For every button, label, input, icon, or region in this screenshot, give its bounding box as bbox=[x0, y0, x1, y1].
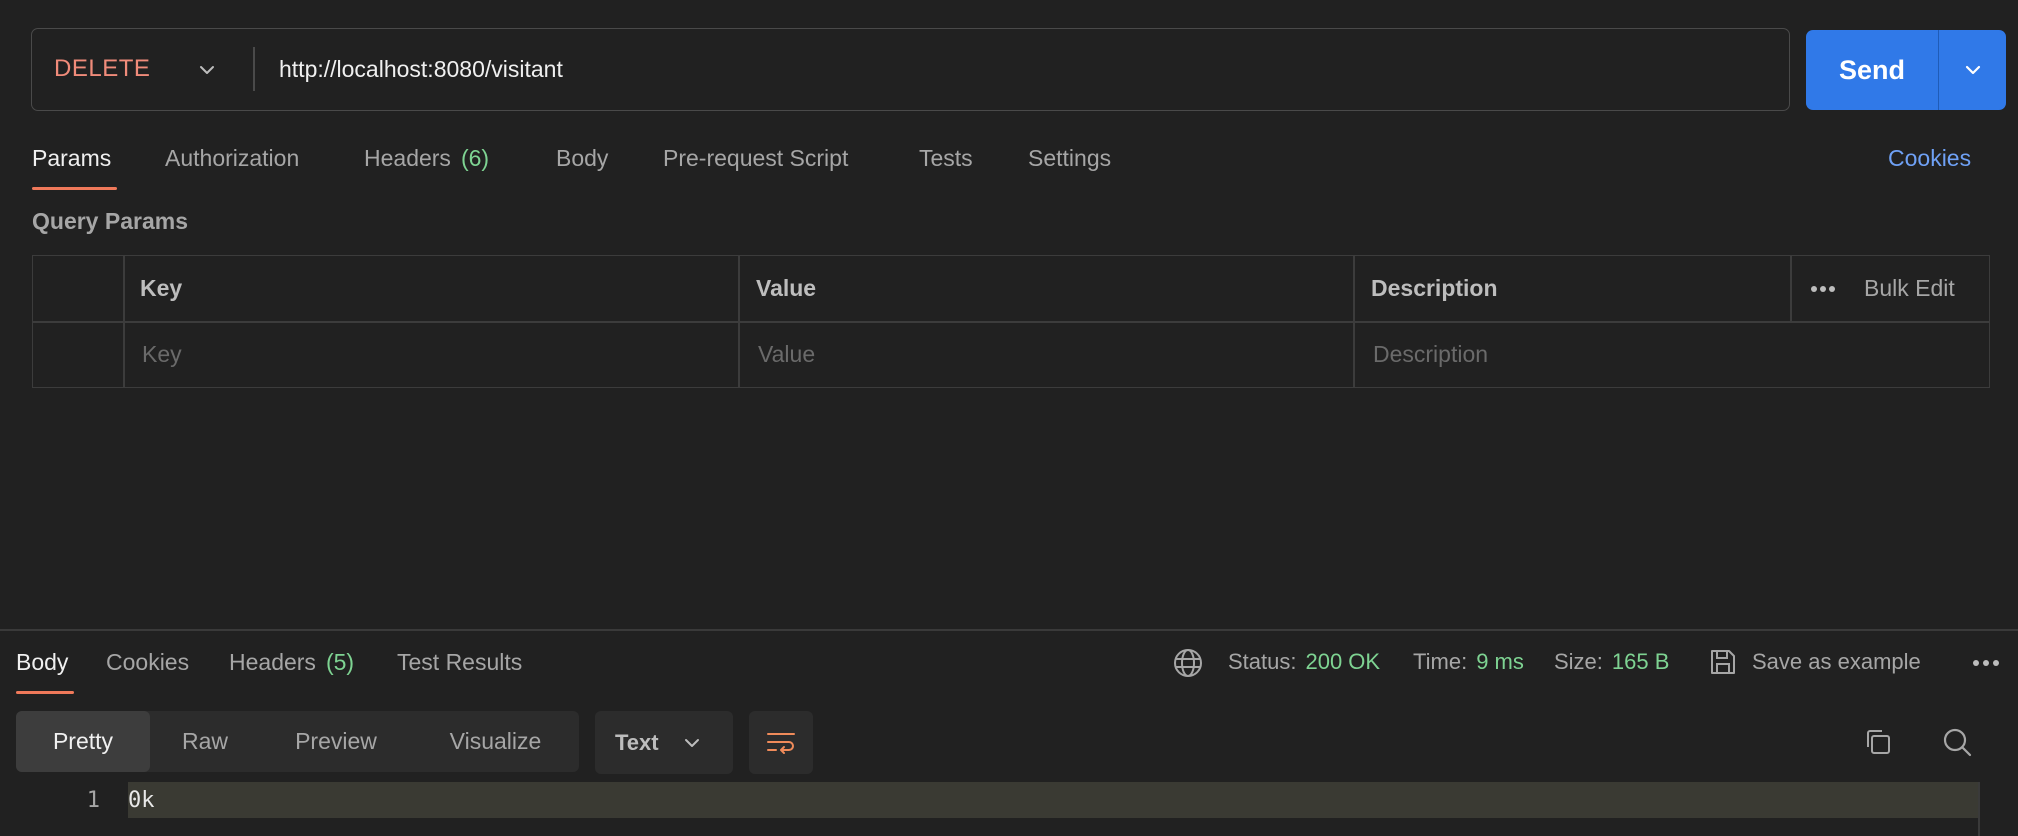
tab-label: Headers bbox=[364, 144, 451, 171]
chevron-down-icon bbox=[684, 738, 699, 747]
save-as-example-label: Save as example bbox=[1752, 649, 1921, 674]
more-icon bbox=[1811, 285, 1835, 292]
bulk-edit-button[interactable]: Bulk Edit bbox=[1864, 256, 1955, 321]
response-tab-cookies[interactable]: Cookies bbox=[106, 642, 189, 682]
globe-icon[interactable] bbox=[1172, 647, 1204, 679]
copy-icon[interactable] bbox=[1862, 726, 1894, 758]
send-button[interactable]: Send bbox=[1806, 30, 1939, 110]
line-number: 1 bbox=[86, 787, 100, 813]
cookies-link[interactable]: Cookies bbox=[1888, 138, 1971, 178]
response-size[interactable]: Size: 165 B bbox=[1554, 642, 1669, 682]
active-tab-indicator bbox=[32, 187, 117, 190]
tab-label: Headers bbox=[229, 648, 316, 675]
value-input[interactable]: Value bbox=[758, 322, 815, 387]
column-header-key: Key bbox=[140, 275, 183, 301]
method-select[interactable]: DELETE bbox=[54, 29, 150, 109]
column-divider bbox=[123, 256, 125, 387]
response-tab-body[interactable]: Body bbox=[16, 642, 68, 682]
tab-label: Test Results bbox=[397, 648, 523, 675]
tab-headers[interactable]: Headers (6) bbox=[364, 138, 489, 178]
wrap-lines-button[interactable] bbox=[749, 711, 813, 774]
description-input[interactable]: Description bbox=[1373, 322, 1488, 387]
column-header-description: Description bbox=[1371, 275, 1498, 301]
tab-settings[interactable]: Settings bbox=[1028, 138, 1111, 178]
size-value: 165 B bbox=[1611, 649, 1670, 674]
tab-pre-request-script[interactable]: Pre-request Script bbox=[663, 138, 848, 178]
chevron-down-icon bbox=[1965, 65, 1980, 75]
more-options-button[interactable] bbox=[1810, 256, 1836, 321]
view-mode-toggle: Pretty Raw Preview Visualize bbox=[16, 711, 579, 772]
tab-label: Cookies bbox=[106, 648, 190, 675]
tab-label: Settings bbox=[1028, 144, 1112, 171]
url-divider bbox=[253, 47, 255, 91]
response-tab-test-results[interactable]: Test Results bbox=[397, 642, 522, 682]
tab-label: Authorization bbox=[165, 144, 300, 171]
column-header-value: Value bbox=[756, 275, 817, 301]
send-button-group: Send bbox=[1806, 30, 2006, 110]
save-icon bbox=[1711, 650, 1735, 674]
tab-params[interactable]: Params bbox=[32, 138, 111, 178]
tab-label: Pre-request Script bbox=[663, 144, 849, 171]
tab-label: Body bbox=[16, 648, 69, 675]
tab-label: Params bbox=[32, 144, 112, 171]
status-value: 200 OK bbox=[1305, 649, 1381, 674]
more-icon[interactable] bbox=[1972, 659, 2000, 667]
method-label: DELETE bbox=[54, 55, 151, 82]
chevron-down-icon[interactable] bbox=[196, 59, 218, 81]
status-label: Status: bbox=[1228, 649, 1297, 674]
wrap-lines-icon bbox=[767, 732, 795, 754]
format-select[interactable]: Text bbox=[595, 711, 733, 774]
response-body-line[interactable]: 0k bbox=[128, 782, 1980, 818]
column-divider bbox=[1790, 256, 1792, 321]
send-options-button[interactable] bbox=[1939, 30, 2006, 110]
active-tab-indicator bbox=[16, 691, 74, 694]
view-pretty-button[interactable]: Pretty bbox=[16, 711, 150, 772]
size-label: Size: bbox=[1554, 649, 1603, 674]
response-status: Status: 200 OK bbox=[1228, 642, 1380, 682]
format-label: Text bbox=[615, 729, 659, 755]
headers-count: (6) bbox=[460, 144, 490, 171]
time-value: 9 ms bbox=[1476, 649, 1524, 674]
url-bar: DELETE http://localhost:8080/visitant bbox=[31, 28, 1790, 111]
tab-authorization[interactable]: Authorization bbox=[165, 138, 299, 178]
tab-label: Tests bbox=[919, 144, 973, 171]
save-as-example-button[interactable]: Save as example bbox=[1708, 642, 1921, 682]
editor-gutter bbox=[1978, 782, 1980, 836]
url-input[interactable]: http://localhost:8080/visitant bbox=[279, 29, 563, 109]
view-preview-button[interactable]: Preview bbox=[260, 711, 412, 772]
query-params-table: Key Value Description Bulk Edit Key Valu… bbox=[32, 255, 1990, 388]
time-label: Time: bbox=[1413, 649, 1468, 674]
query-params-title: Query Params bbox=[32, 208, 188, 234]
response-tab-headers[interactable]: Headers (5) bbox=[229, 642, 354, 682]
column-divider bbox=[1353, 256, 1355, 387]
tab-label: Body bbox=[556, 144, 609, 171]
tab-tests[interactable]: Tests bbox=[919, 138, 973, 178]
key-input[interactable]: Key bbox=[142, 322, 182, 387]
column-divider bbox=[738, 256, 740, 387]
headers-count: (5) bbox=[325, 648, 355, 675]
search-icon[interactable] bbox=[1941, 726, 1973, 758]
view-raw-button[interactable]: Raw bbox=[150, 711, 260, 772]
table-divider bbox=[33, 321, 1989, 323]
response-time[interactable]: Time: 9 ms bbox=[1413, 642, 1524, 682]
view-visualize-button[interactable]: Visualize bbox=[412, 711, 579, 772]
tab-body[interactable]: Body bbox=[556, 138, 608, 178]
panel-divider[interactable] bbox=[0, 629, 2018, 631]
